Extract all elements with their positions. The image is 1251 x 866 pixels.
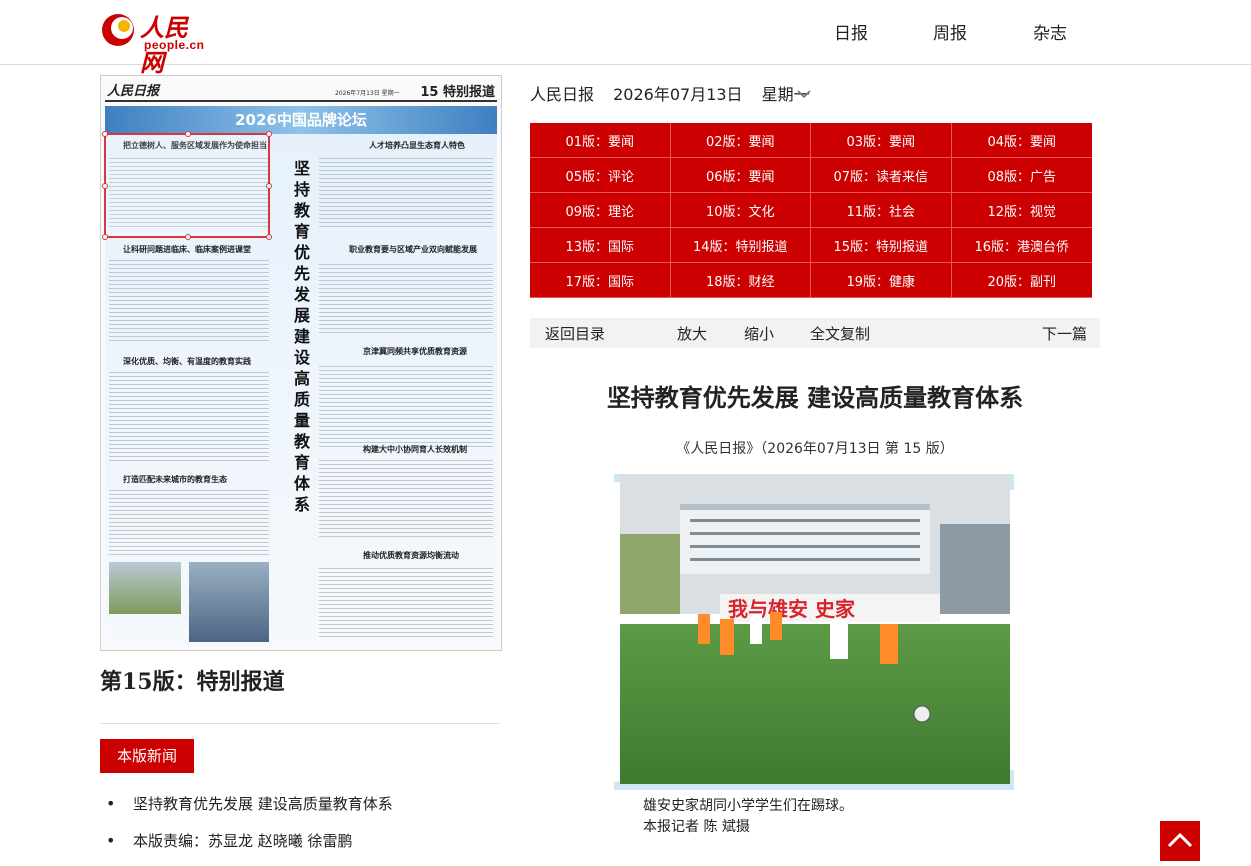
version-link[interactable]: 14版：特别报道	[670, 228, 811, 263]
back-to-top-icon	[1167, 832, 1193, 848]
paper-photo	[109, 562, 181, 614]
photo-caption: 雄安史家胡同小学学生们在踢球。 本报记者 陈 斌摄	[643, 796, 853, 838]
divider	[100, 723, 500, 724]
paper-head: 人民日报 2026年7月13日 星期一 15 特别报道	[105, 80, 497, 102]
version-link[interactable]: 04版：要闻	[951, 123, 1092, 158]
paper-article-title[interactable]: 深化优质、均衡、有温度的教育实践	[123, 356, 251, 367]
version-link[interactable]: 06版：要闻	[670, 158, 811, 193]
caption-credit: 本报记者 陈 斌摄	[643, 819, 750, 835]
version-link[interactable]: 12版：视觉	[951, 193, 1092, 228]
article-photo-frame: 我与雄安 史家	[614, 470, 1014, 790]
version-grid: 01版：要闻 02版：要闻 03版：要闻 04版：要闻 05版：评论 06版：要…	[530, 123, 1092, 298]
logo-mark-icon	[102, 14, 134, 46]
chevron-down-icon[interactable]	[797, 87, 811, 101]
paper-vertical-headline: 坚持教育优先发展 建设高质量教育体系	[293, 159, 310, 514]
paper-text-block	[319, 158, 493, 230]
page-title: 第15版：特别报道	[100, 669, 285, 695]
version-link[interactable]: 09版：理论	[530, 193, 671, 228]
paper-text-block	[109, 372, 269, 462]
version-link[interactable]: 08版：广告	[951, 158, 1092, 193]
caption-text: 雄安史家胡同小学学生们在踢球。	[643, 798, 853, 814]
paper-banner: 2026中国品牌论坛	[105, 106, 497, 134]
paper-page-label: 15 特别报道	[420, 85, 495, 100]
article-photo: 我与雄安 史家	[620, 474, 1010, 784]
version-link[interactable]: 03版：要闻	[811, 123, 952, 158]
paper-article-title[interactable]: 推动优质教育资源均衡流动	[363, 550, 459, 561]
version-link[interactable]: 15版：特别报道	[811, 228, 952, 263]
paper-text-block	[319, 264, 493, 336]
version-link[interactable]: 20版：副刊	[951, 263, 1092, 298]
version-link[interactable]: 19版：健康	[811, 263, 952, 298]
selection-handle	[266, 183, 272, 189]
selection-handle	[102, 183, 108, 189]
article-toolbar: 返回目录 放大 缩小 全文复制 下一篇	[530, 318, 1100, 348]
selection-handle	[102, 131, 108, 137]
nav-daily[interactable]: 日报	[834, 19, 868, 44]
paper-photo	[189, 562, 269, 642]
back-to-index-button[interactable]: 返回目录	[545, 323, 605, 344]
paper-date: 2026年7月13日 星期一	[335, 90, 400, 97]
version-link[interactable]: 07版：读者来信	[811, 158, 952, 193]
paper-article-title[interactable]: 职业教育要与区域产业双向赋能发展	[349, 244, 477, 255]
issue-date: 2026年07月13日	[613, 85, 743, 104]
zoom-in-button[interactable]: 放大	[677, 323, 707, 344]
selection-handle	[266, 234, 272, 240]
version-link[interactable]: 01版：要闻	[530, 123, 671, 158]
version-link[interactable]: 13版：国际	[530, 228, 671, 263]
version-link[interactable]: 16版：港澳台侨	[951, 228, 1092, 263]
news-list: 坚持教育优先发展 建设高质量教育体系 本版责编：苏显龙 赵晓曦 徐雷鹏	[100, 792, 500, 866]
people-logo[interactable]: 人民网 people.cn	[100, 10, 210, 77]
zoom-out-button[interactable]: 缩小	[744, 323, 774, 344]
news-item-link[interactable]: 坚持教育优先发展 建设高质量教育体系	[100, 792, 500, 829]
paper-masthead: 人民日报	[107, 84, 160, 99]
version-link[interactable]: 10版：文化	[670, 193, 811, 228]
paper-text-block	[109, 260, 269, 344]
selection-handle	[266, 131, 272, 137]
copy-all-button[interactable]: 全文复制	[810, 323, 870, 344]
back-to-top-button[interactable]	[1160, 821, 1200, 861]
paper-name: 人民日报	[530, 85, 595, 104]
photo-banner-text: 我与雄安 史家	[728, 597, 856, 621]
news-tab[interactable]: 本版新闻	[100, 739, 194, 773]
selection-handle	[185, 234, 191, 240]
version-link[interactable]: 11版：社会	[811, 193, 952, 228]
nav-magazine[interactable]: 杂志	[1033, 19, 1067, 44]
selection-handle	[185, 131, 191, 137]
version-link[interactable]: 05版：评论	[530, 158, 671, 193]
paper-article-title[interactable]: 人才培养凸显生态育人特色	[369, 140, 465, 151]
nav-weekly[interactable]: 周报	[933, 19, 967, 44]
date-selector[interactable]: 人民日报 2026年07月13日 星期一	[530, 81, 824, 105]
paper-text-block	[319, 568, 493, 638]
paper-article-title[interactable]: 构建大中小协同育人长效机制	[363, 444, 467, 455]
selection-handle	[102, 234, 108, 240]
article-title: 坚持教育优先发展 建设高质量教育体系	[606, 384, 1024, 412]
paper-article-title[interactable]: 京津冀同频共享优质教育资源	[363, 346, 467, 357]
version-link[interactable]: 18版：财经	[670, 263, 811, 298]
paper-article-title[interactable]: 打造匹配未来城市的教育生态	[123, 474, 227, 485]
paper-text-block	[319, 366, 493, 448]
paper-article-title[interactable]: 让科研问题进临床、临床案例进课堂	[123, 244, 251, 255]
paper-text-block	[319, 460, 493, 538]
site-header: 人民网 people.cn 日报 周报 杂志	[0, 0, 1251, 77]
next-article-button[interactable]: 下一篇	[1042, 323, 1087, 344]
version-link[interactable]: 02版：要闻	[670, 123, 811, 158]
paper-text-block	[109, 490, 269, 556]
article-source: 《人民日报》（2026年07月13日 第 15 版）	[676, 441, 954, 457]
news-editors: 本版责编：苏显龙 赵晓曦 徐雷鹏	[100, 829, 500, 866]
version-link[interactable]: 17版：国际	[530, 263, 671, 298]
logo-domain-text: people.cn	[144, 38, 205, 52]
selected-article-highlight[interactable]	[102, 131, 272, 240]
